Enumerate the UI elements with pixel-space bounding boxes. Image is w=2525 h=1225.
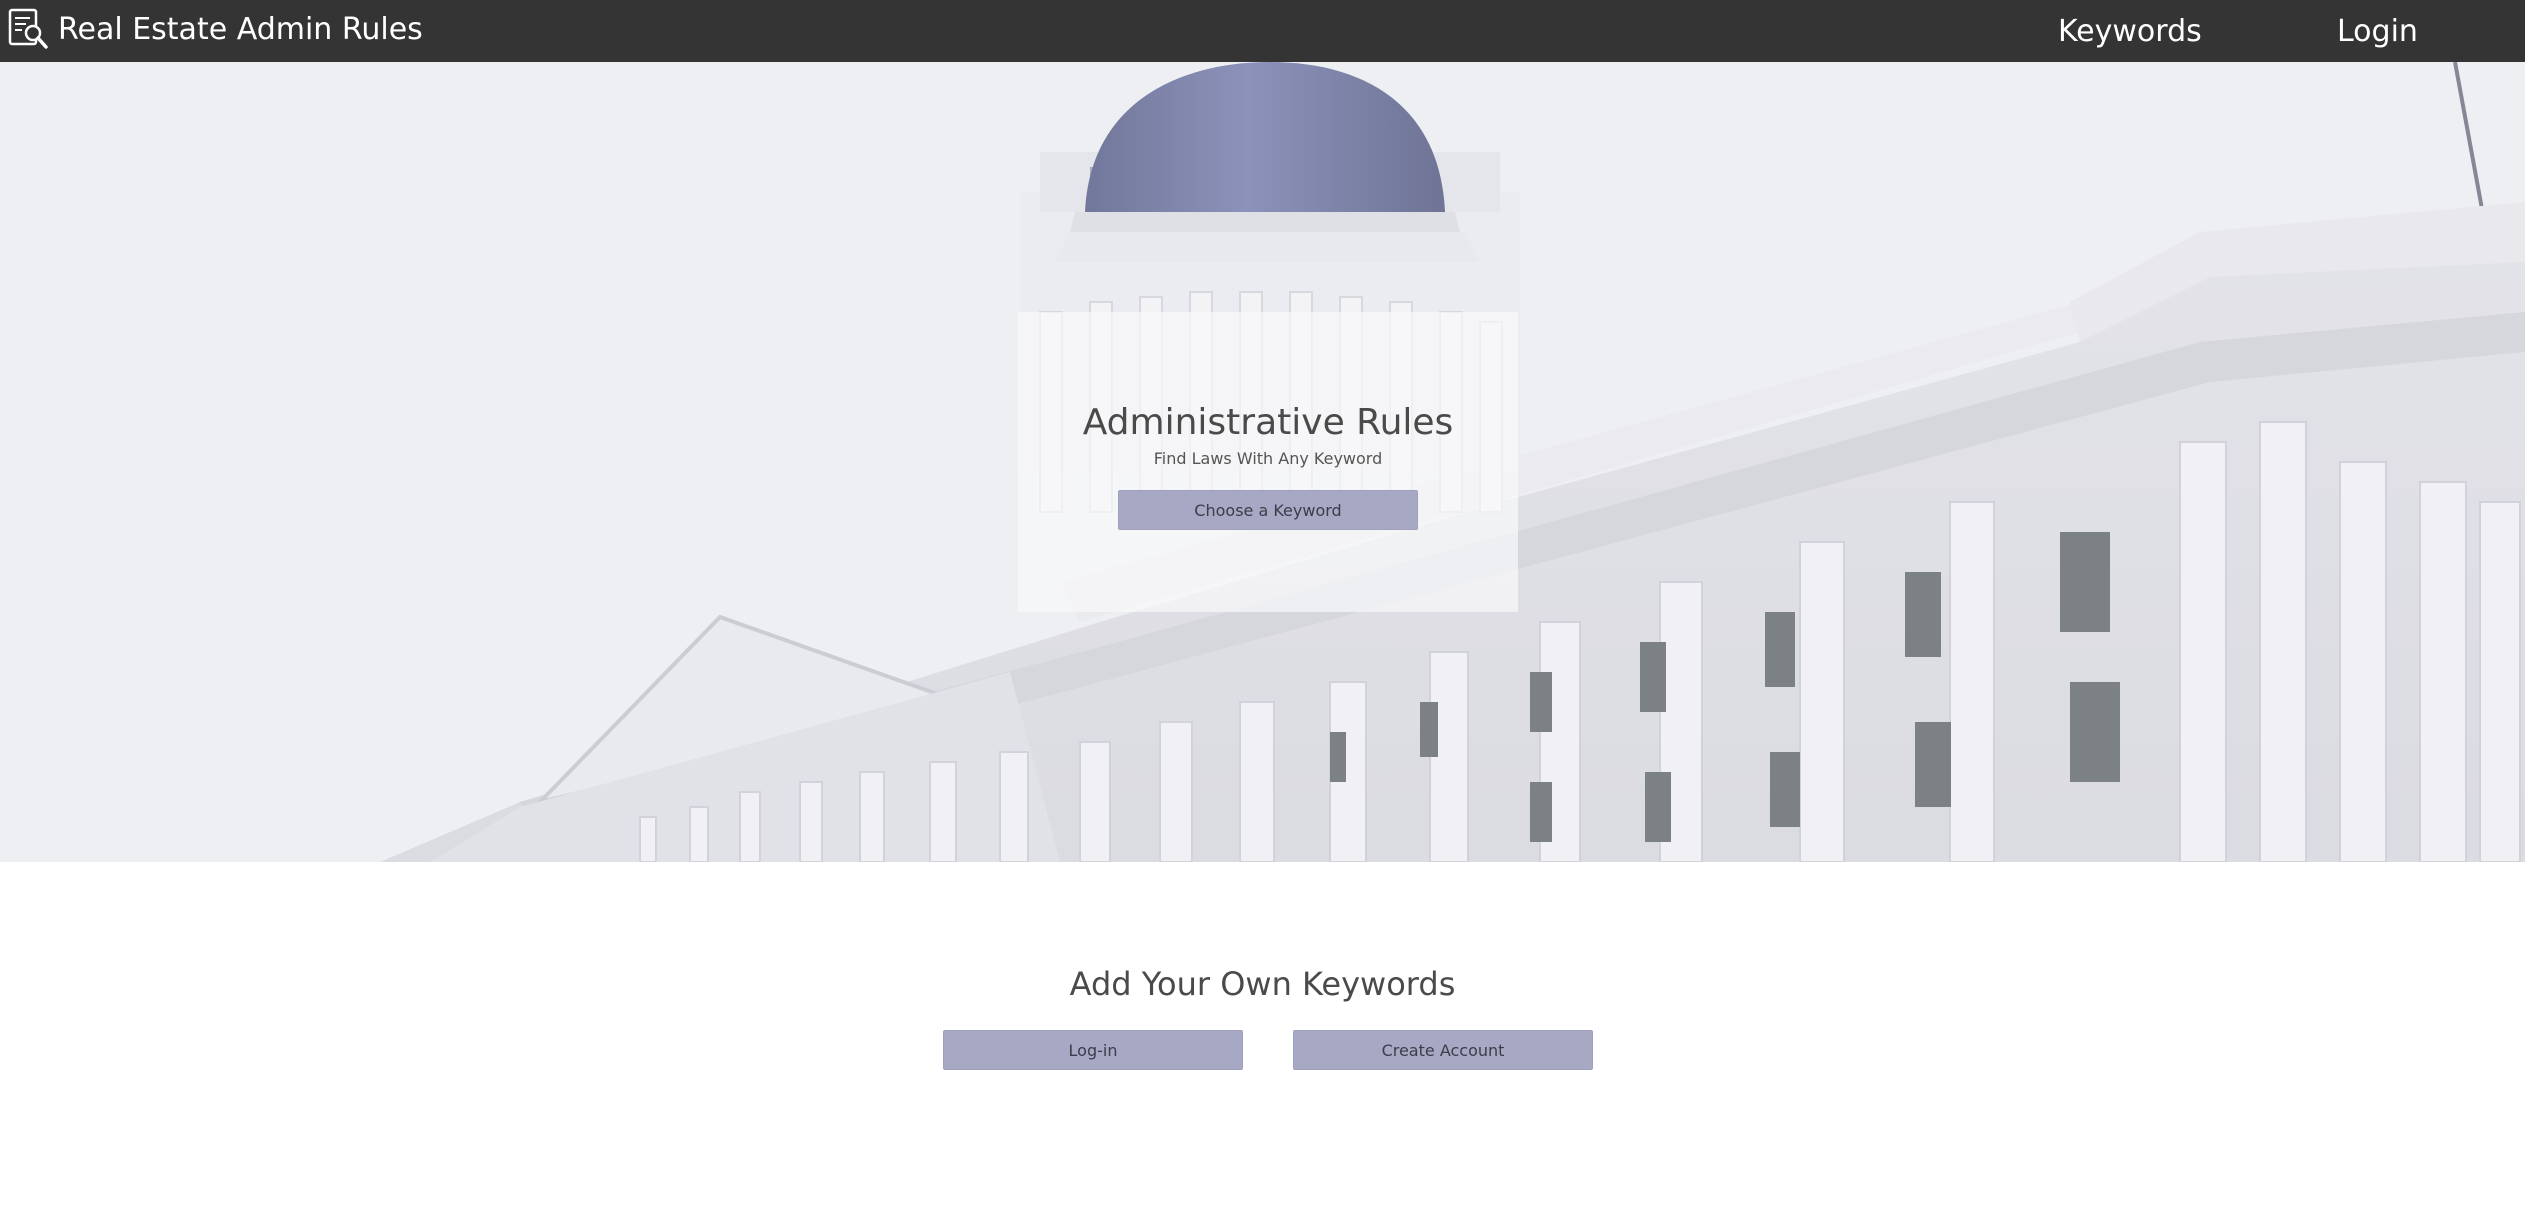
nav-link-login[interactable]: Login xyxy=(2337,14,2418,49)
nav-link-keywords[interactable]: Keywords xyxy=(2058,14,2202,49)
hero-title: Administrative Rules xyxy=(1082,402,1454,443)
brand[interactable]: Real Estate Admin Rules xyxy=(6,6,423,52)
hero-banner: Administrative Rules Find Laws With Any … xyxy=(0,62,2525,862)
log-in-button[interactable]: Log-in xyxy=(943,1030,1243,1070)
create-account-button[interactable]: Create Account xyxy=(1293,1030,1593,1070)
hero-card: Administrative Rules Find Laws With Any … xyxy=(1018,312,1518,612)
choose-keyword-button[interactable]: Choose a Keyword xyxy=(1118,490,1418,530)
add-keywords-title: Add Your Own Keywords xyxy=(1069,965,1456,1003)
document-search-icon xyxy=(6,7,50,51)
brand-title: Real Estate Admin Rules xyxy=(58,11,423,47)
top-navbar: Real Estate Admin Rules Keywords Login xyxy=(0,0,2525,62)
hero-subtitle: Find Laws With Any Keyword xyxy=(1153,449,1383,468)
